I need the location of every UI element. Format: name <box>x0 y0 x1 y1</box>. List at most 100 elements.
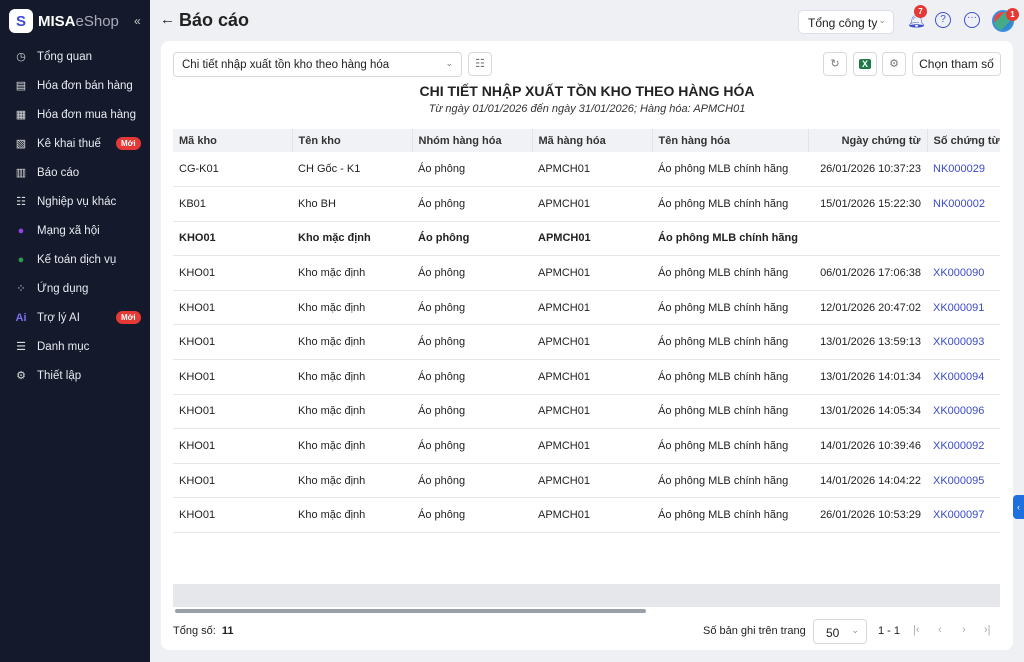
table-cell: 13/01/2026 14:01:34 <box>808 359 927 395</box>
sidebar-item-4[interactable]: ▥ Báo cáo <box>0 158 150 187</box>
table-cell: XK000092 <box>927 428 1000 464</box>
sidebar-item-1[interactable]: ▤ Hóa đơn bán hàng <box>0 71 150 100</box>
column-header[interactable]: Mã kho <box>173 129 293 152</box>
choose-params-button[interactable]: Chọn tham số <box>912 52 1001 76</box>
sidebar-item-3[interactable]: ▧ Kê khai thuế Mới <box>0 129 150 158</box>
table-row[interactable]: KB01 Kho BH Áo phông APMCH01 Áo phông MLB ch… <box>173 186 1000 222</box>
column-header[interactable]: Nhóm hàng hóa <box>412 129 533 152</box>
company-select[interactable]: Tổng công ty ⌄ <box>798 10 894 34</box>
first-page-icon[interactable]: |‹ <box>913 624 920 636</box>
total-count: 11 <box>221 625 234 637</box>
sidebar-item-8[interactable]: ⁘ Ứng dụng <box>0 274 150 303</box>
sidebar-item-9[interactable]: Ai Trợ lý AI Mới <box>0 303 150 332</box>
next-page-icon[interactable]: › <box>962 624 966 636</box>
table-cell: Áo phông <box>412 221 532 257</box>
table-cell: Áo phông <box>412 186 532 222</box>
table-cell: Áo phông <box>412 255 532 291</box>
table-cell: APMCH01 <box>532 394 652 430</box>
table-cell: Kho mặc định <box>292 255 412 291</box>
table-row[interactable]: KHO01 Kho mặc định Áo phông APMCH01 Áo phông… <box>173 463 1000 499</box>
table-row[interactable]: KHO01 Kho mặc định Áo phông APMCH01 Áo phông… <box>173 359 1000 395</box>
topbar: ← Báo cáo Tổng công ty ⌄ 🔔︎ 7 ? ··· 1 <box>150 0 1024 41</box>
table-cell: Áo phông MLB chính hãng <box>652 186 808 222</box>
settings-button[interactable]: ⚙ <box>882 52 906 76</box>
sidebar-item-label: Kế toán dịch vụ <box>37 253 117 266</box>
collapse-sidebar-icon[interactable]: « <box>134 14 141 28</box>
table-cell: Áo phông MLB chính hãng <box>652 152 808 188</box>
sidebar-item-label: Hóa đơn mua hàng <box>37 108 136 121</box>
voucher-link[interactable]: XK000094 <box>933 371 984 383</box>
sidebar-item-0[interactable]: ◷ Tổng quan <box>0 42 150 71</box>
new-badge: Mới <box>116 137 141 150</box>
voucher-link[interactable]: XK000096 <box>933 405 984 417</box>
column-header[interactable]: Tên hàng hóa <box>652 129 809 152</box>
column-header[interactable]: Tên kho <box>292 129 413 152</box>
sidebar-item-5[interactable]: ☷ Nghiệp vụ khác <box>0 187 150 216</box>
voucher-link[interactable]: XK000091 <box>933 302 984 314</box>
table-cell: Áo phông <box>412 290 532 326</box>
sidebar-item-10[interactable]: ☰ Danh mục <box>0 332 150 361</box>
brand-suffix: eShop <box>75 12 119 30</box>
expand-panel-tab[interactable]: ‹ <box>1013 495 1024 519</box>
table-cell: 26/01/2026 10:37:23 <box>808 152 927 188</box>
table-cell: Áo phông MLB chính hãng <box>652 290 808 326</box>
table-cell: KHO01 <box>173 324 292 361</box>
voucher-link[interactable]: NK000029 <box>933 163 985 175</box>
voucher-link[interactable]: XK000090 <box>933 267 984 279</box>
page-range: 1 - 1 <box>878 625 901 637</box>
voucher-link[interactable]: XK000092 <box>933 440 984 452</box>
table-cell: Áo phông MLB chính hãng <box>652 497 808 534</box>
table-cell: XK000093 <box>927 324 1000 361</box>
table-cell: Áo phông <box>412 428 532 464</box>
voucher-link[interactable]: XK000095 <box>933 475 984 487</box>
table-cell: 06/01/2026 17:06:38 <box>808 255 927 291</box>
help-icon[interactable]: ? <box>935 12 951 28</box>
columns-button[interactable]: ☷ <box>468 52 492 76</box>
table-cell: Áo phông MLB chính hãng <box>652 463 808 499</box>
horizontal-scrollbar[interactable] <box>175 609 646 613</box>
sidebar-item-label: Trợ lý AI <box>37 311 80 324</box>
back-arrow-icon[interactable]: ← <box>160 11 175 28</box>
sidebar-item-label: Ứng dụng <box>37 282 89 295</box>
column-header[interactable]: Số chứng từ <box>927 129 1000 152</box>
report-select[interactable]: Chi tiết nhập xuất tồn kho theo hàng hóa… <box>173 52 462 77</box>
voucher-link[interactable]: NK000002 <box>933 198 985 210</box>
voucher-link[interactable]: XK000093 <box>933 336 984 348</box>
table-cell: APMCH01 <box>532 290 652 326</box>
more-icon[interactable]: ··· <box>964 12 980 28</box>
sidebar-item-label: Thiết lập <box>37 369 82 382</box>
report-card: Chi tiết nhập xuất tồn kho theo hàng hóa… <box>161 41 1013 650</box>
table-cell: APMCH01 <box>532 221 652 257</box>
refresh-button[interactable]: ↻ <box>823 52 847 76</box>
nav-icon: ▥ <box>15 167 27 179</box>
table-row[interactable]: KHO01 Kho mặc định Áo phông APMCH01 Áo phông… <box>173 428 1000 464</box>
voucher-link[interactable]: XK000097 <box>933 509 984 521</box>
prev-page-icon[interactable]: ‹ <box>938 624 942 636</box>
table-row[interactable]: KHO01 Kho mặc định Áo phông APMCH01 Áo phông… <box>173 324 1000 361</box>
table-row[interactable]: CG-K01 CH Gốc - K1 Áo phông APMCH01 Áo phông… <box>173 152 1000 188</box>
report-title: CHI TIẾT NHẬP XUẤT TỒN KHO THEO HÀNG HÓA <box>419 83 755 99</box>
table-cell: XK000094 <box>927 359 1000 395</box>
table-row[interactable]: KHO01 Kho mặc định Áo phông APMCH01 Áo phông… <box>173 221 1000 257</box>
column-header[interactable]: Mã hàng hóa <box>532 129 653 152</box>
per-page-value: 50 <box>826 626 840 640</box>
avatar-badge: 1 <box>1006 8 1019 21</box>
table-row[interactable]: KHO01 Kho mặc định Áo phông APMCH01 Áo phông… <box>173 290 1000 326</box>
sidebar-item-11[interactable]: ⚙ Thiết lập <box>0 361 150 390</box>
table-cell: KHO01 <box>173 290 292 326</box>
table-row[interactable]: KHO01 Kho mặc định Áo phông APMCH01 Áo phông… <box>173 394 1000 430</box>
column-header[interactable]: Ngày chứng từ <box>808 129 928 152</box>
logo[interactable]: S MISAeShop <box>0 0 150 42</box>
nav-icon: ▦ <box>15 109 27 121</box>
table-cell: KHO01 <box>173 428 292 464</box>
table-row[interactable]: KHO01 Kho mặc định Áo phông APMCH01 Áo phông… <box>173 255 1000 291</box>
sidebar: S MISAeShop « ◷ Tổng quan ▤ Hóa đơn bán hàn… <box>0 0 150 662</box>
sidebar-item-2[interactable]: ▦ Hóa đơn mua hàng <box>0 100 150 129</box>
per-page-select[interactable]: 50 ⌄ <box>813 619 867 644</box>
excel-export-button[interactable]: X <box>853 52 877 76</box>
sidebar-item-6[interactable]: ● Mạng xã hội <box>0 216 150 245</box>
sidebar-item-7[interactable]: ● Kế toán dịch vụ <box>0 245 150 274</box>
last-page-icon[interactable]: ›| <box>984 624 991 636</box>
table-row[interactable]: KHO01 Kho mặc định Áo phông APMCH01 Áo phông… <box>173 497 1000 534</box>
table-cell: NK000002 <box>927 186 1000 222</box>
